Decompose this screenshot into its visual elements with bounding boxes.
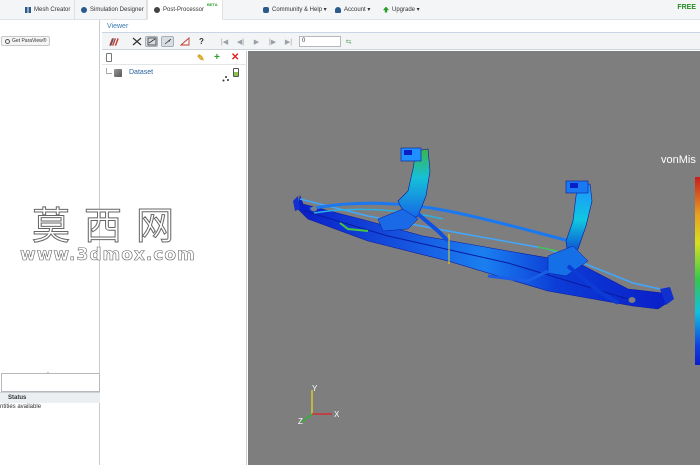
people-icon: [263, 6, 269, 13]
gear-icon: [5, 38, 10, 44]
dataset-item[interactable]: Dataset: [129, 69, 153, 76]
pipeline-doc-icon[interactable]: [106, 53, 112, 62]
dataset-icon: [114, 69, 122, 77]
nav-label: Account ▾: [344, 7, 371, 13]
tab-simulation-designer[interactable]: Simulation Designer: [75, 0, 147, 19]
watermark-url: www.3dmox.com: [20, 245, 196, 266]
rotate-mode-icon[interactable]: [145, 36, 158, 47]
last-frame-icon[interactable]: ▶|: [282, 36, 295, 47]
reset-camera-icon[interactable]: [130, 36, 143, 47]
nav-community-help[interactable]: Community & Help ▾: [263, 0, 327, 19]
first-frame-icon[interactable]: |◀: [218, 36, 231, 47]
nav-upgrade[interactable]: Upgrade ▾: [383, 0, 420, 19]
wrench-icon: [81, 6, 87, 13]
prev-frame-icon[interactable]: ◀|: [234, 36, 247, 47]
edit-icon[interactable]: ✎: [197, 52, 205, 64]
axis-z-label: Z: [298, 417, 303, 426]
console-input[interactable]: [1, 373, 100, 392]
frame-input[interactable]: 0: [299, 36, 341, 47]
nav-account[interactable]: Account ▾: [335, 0, 370, 19]
tab-label: Simulation Designer: [90, 6, 144, 13]
play-icon[interactable]: ▶: [250, 36, 263, 47]
circle-icon: [154, 6, 160, 13]
help-icon[interactable]: ?: [195, 36, 208, 47]
legend-title: vonMis: [661, 154, 696, 166]
loop-icon[interactable]: ⇆: [342, 36, 355, 47]
next-frame-icon[interactable]: |▶: [266, 36, 279, 47]
nav-label: Upgrade ▾: [392, 7, 420, 13]
add-icon[interactable]: +: [214, 52, 220, 64]
tab-label: Post-Processor: [163, 6, 205, 13]
tree-line: [106, 68, 112, 74]
nav-label: Community & Help ▾: [272, 7, 327, 13]
get-paraview-label: Get ParaView®: [12, 37, 47, 44]
plan-label: FREE: [677, 4, 696, 11]
beta-badge: BETA: [207, 2, 218, 7]
tab-post-processor[interactable]: Post-Processor BETA: [147, 0, 223, 20]
measure-icon[interactable]: [178, 36, 191, 47]
get-paraview-button[interactable]: Get ParaView®: [1, 36, 51, 46]
pipeline-toolbar: ✎ + ✕: [102, 51, 247, 65]
viewer-toolbar: ? |◀ ◀| ▶ |▶ ▶| ⇆: [102, 33, 700, 50]
watermark-logo: 莫西网: [31, 204, 189, 249]
upgrade-icon: [383, 6, 389, 13]
points-icon[interactable]: [222, 69, 229, 82]
colorbar: [695, 177, 700, 365]
select-mode-icon[interactable]: [161, 36, 174, 47]
tab-mesh-creator[interactable]: Mesh Creator: [19, 0, 75, 19]
tab-label: Mesh Creator: [34, 6, 71, 13]
user-icon: [335, 6, 341, 13]
visibility-icon[interactable]: [233, 68, 239, 77]
axis-x-label: X: [334, 410, 340, 419]
top-bar: Mesh Creator Simulation Designer Post-Pr…: [0, 0, 700, 20]
paraview-logo-icon[interactable]: [108, 36, 121, 47]
render-viewport[interactable]: vonMis Y X Z: [248, 51, 700, 465]
axis-y-label: Y: [312, 384, 318, 393]
grid-icon: [25, 6, 31, 13]
status-header: Status: [0, 392, 100, 403]
status-message: ntities available: [0, 404, 42, 410]
viewer-title: Viewer: [102, 20, 700, 33]
delete-icon[interactable]: ✕: [231, 52, 239, 64]
